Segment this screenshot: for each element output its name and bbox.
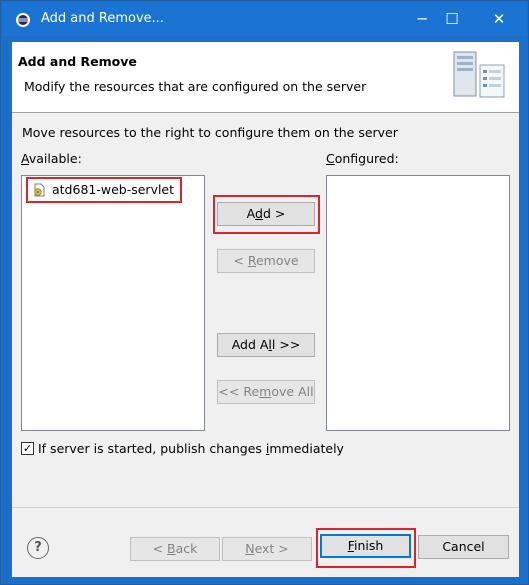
add-button[interactable]: Add >: [217, 202, 315, 226]
header-banner: Add and Remove Modify the resources that…: [12, 42, 519, 113]
dialog-content: Add and Remove Modify the resources that…: [12, 42, 519, 577]
dialog-window: Add and Remove... ─ ☐ ✕ Add and Remove M…: [0, 0, 529, 585]
maximize-button[interactable]: ☐: [429, 5, 475, 33]
close-button[interactable]: ✕: [476, 5, 522, 33]
available-label: Available:: [21, 151, 82, 166]
publish-checkbox[interactable]: ✓: [21, 442, 34, 455]
server-icon: [453, 51, 505, 98]
remove-all-button[interactable]: << Remove All: [217, 380, 315, 404]
web-project-icon: [34, 183, 45, 197]
configured-label: Configured:: [326, 151, 399, 166]
help-icon[interactable]: ?: [27, 537, 49, 559]
available-list[interactable]: atd681-web-servlet: [21, 175, 205, 431]
window-title: Add and Remove...: [41, 11, 165, 26]
title-bar[interactable]: Add and Remove... ─ ☐ ✕: [2, 2, 527, 36]
instruction-text: Move resources to the right to configure…: [22, 125, 398, 140]
list-item[interactable]: atd681-web-servlet: [26, 177, 183, 203]
eclipse-icon: [16, 13, 30, 27]
cancel-button[interactable]: Cancel: [418, 535, 509, 559]
banner-title: Add and Remove: [18, 54, 137, 69]
back-button[interactable]: < Back: [130, 537, 220, 561]
available-item-label: atd681-web-servlet: [52, 182, 175, 197]
banner-description: Modify the resources that are configured…: [24, 79, 367, 94]
publish-checkbox-label[interactable]: If server is started, publish changes im…: [38, 441, 344, 456]
remove-button[interactable]: < Remove: [217, 249, 315, 273]
configured-list[interactable]: [326, 175, 510, 431]
finish-button[interactable]: Finish: [320, 534, 411, 558]
footer-divider: [12, 507, 519, 508]
next-button[interactable]: Next >: [222, 537, 312, 561]
add-all-button[interactable]: Add All >>: [217, 333, 315, 357]
